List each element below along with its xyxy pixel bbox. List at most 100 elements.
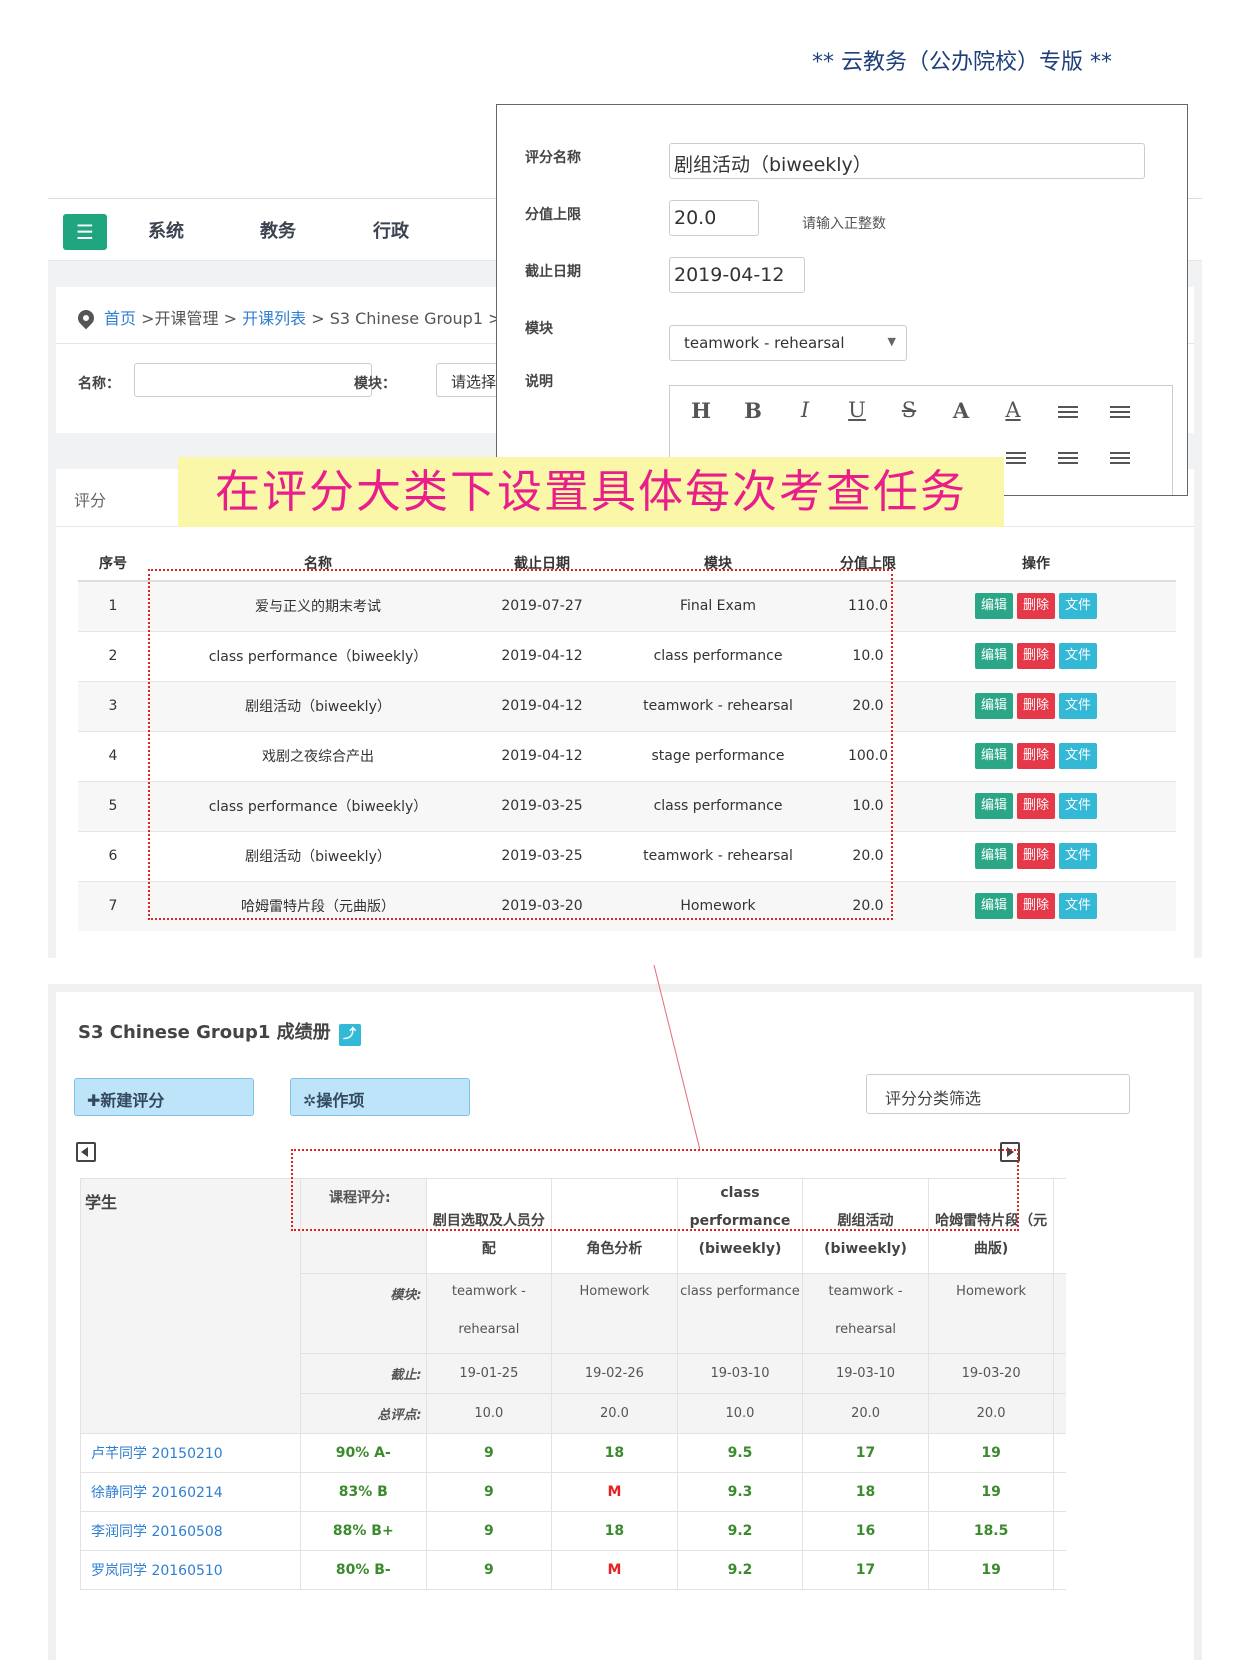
student-score-cell[interactable]: 9	[425, 1511, 553, 1551]
edit-button[interactable]: 编辑	[974, 643, 1013, 669]
student-overall-grade: 90% A-	[300, 1433, 427, 1473]
student-score-cell[interactable]: 9.2	[676, 1511, 804, 1551]
row-index: 5	[78, 780, 148, 831]
due-row-label: 截止:	[300, 1353, 427, 1394]
strikethrough-tool-icon[interactable]: S	[894, 398, 924, 422]
student-overall-grade: 88% B+	[300, 1511, 427, 1551]
edit-button[interactable]: 编辑	[974, 793, 1013, 819]
student-score-cell[interactable]: 18	[551, 1433, 678, 1473]
row-actions: 编辑 删除 文件	[896, 680, 1176, 731]
breadcrumb-current: > S3 Chinese Group1 > As	[306, 309, 526, 328]
edit-button[interactable]: 编辑	[974, 893, 1013, 920]
student-score-cell[interactable]: 9.2	[676, 1550, 804, 1590]
file-button[interactable]: 文件	[1059, 843, 1098, 869]
assignment-title-line: class	[1054, 1179, 1066, 1207]
student-score-cell[interactable]: 19	[927, 1472, 1055, 1512]
file-button[interactable]: 文件	[1059, 693, 1098, 719]
student-score-cell[interactable]: 19	[927, 1433, 1055, 1473]
assignment-module: class perf	[1053, 1273, 1066, 1354]
indent-icon[interactable]	[1006, 452, 1026, 467]
student-score-cell[interactable]: 9	[425, 1550, 553, 1590]
background-color-tool-icon[interactable]: A	[998, 398, 1028, 422]
assignment-title-line: 配	[481, 1241, 496, 1257]
student-name-link[interactable]: 罗岚同学 20160510	[80, 1550, 302, 1590]
delete-button[interactable]: 删除	[1016, 893, 1055, 920]
delete-button[interactable]: 删除	[1016, 693, 1055, 719]
export-icon[interactable]: ⤴	[338, 1024, 361, 1046]
student-name-link[interactable]: 卢芊同学 20150210	[80, 1433, 302, 1473]
file-button[interactable]: 文件	[1059, 893, 1098, 920]
file-button[interactable]: 文件	[1059, 743, 1098, 769]
delete-button[interactable]: 删除	[1016, 843, 1055, 869]
assignment-total: 20.0	[802, 1393, 929, 1434]
student-score-cell[interactable]: M	[551, 1550, 678, 1590]
gradebook-grid: 学生 课程评分: 剧目选取及人员分配角色分析 class performance (biw…	[80, 1178, 1066, 1660]
due-date-input[interactable]: 2019-04-12	[669, 257, 805, 293]
delete-button[interactable]: 删除	[1016, 593, 1055, 620]
heading-tool-icon[interactable]: H	[686, 398, 716, 423]
edit-button[interactable]: 编辑	[974, 693, 1013, 719]
outdent-icon[interactable]	[1058, 452, 1078, 467]
edit-button[interactable]: 编辑	[974, 843, 1013, 869]
delete-button[interactable]: 删除	[1016, 743, 1055, 769]
row-actions: 编辑 删除 文件	[896, 580, 1176, 631]
assignment-module-line: rehearsal	[835, 1322, 897, 1337]
assignment-title-line: (biweekly)	[824, 1241, 907, 1257]
font-color-tool-icon[interactable]: A	[946, 398, 976, 423]
assignment-title[interactable]: classperform(biwe	[1053, 1178, 1066, 1274]
assignment-total: 10	[1053, 1393, 1066, 1434]
student-score-cell[interactable]: M	[551, 1472, 678, 1512]
module-select[interactable]: teamwork - rehearsal ▼	[669, 325, 907, 361]
delete-button[interactable]: 删除	[1016, 643, 1055, 669]
student-score-cell[interactable]: 9.	[1053, 1472, 1066, 1512]
file-button[interactable]: 文件	[1059, 643, 1098, 669]
file-button[interactable]: 文件	[1059, 593, 1098, 620]
breadcrumb-home-link[interactable]: 首页	[104, 309, 136, 328]
student-score-cell[interactable]: 19	[927, 1550, 1055, 1590]
student-row: 罗岚同学 2016051080% B-9M9.217199.	[80, 1550, 1066, 1590]
underline-tool-icon[interactable]: U	[842, 398, 872, 422]
delete-button[interactable]: 删除	[1016, 793, 1055, 819]
score-category-filter[interactable]: 评分分类筛选	[866, 1074, 1130, 1114]
student-score-cell[interactable]: 9	[1053, 1511, 1066, 1551]
student-score-cell[interactable]: 9	[425, 1433, 553, 1473]
student-score-cell[interactable]: 16	[802, 1511, 929, 1551]
student-score-cell[interactable]: 17	[802, 1433, 929, 1473]
italic-tool-icon[interactable]: I	[790, 398, 820, 422]
unordered-list-icon[interactable]	[1110, 406, 1130, 421]
student-row: 卢芊同学 2015021090% A-9189.517199.	[80, 1433, 1066, 1473]
student-name-link[interactable]: 李润同学 20160508	[80, 1511, 302, 1551]
edit-button[interactable]: 编辑	[974, 593, 1013, 620]
module-row-label: 模块:	[300, 1273, 427, 1354]
breadcrumb-course-list-link[interactable]: 开课列表	[242, 309, 306, 328]
assignment-module-line: Homework	[579, 1284, 650, 1299]
student-score-cell[interactable]: 18.5	[927, 1511, 1055, 1551]
student-score-cell[interactable]: 9.3	[676, 1472, 804, 1512]
operations-button[interactable]: ✲操作项	[290, 1078, 470, 1116]
bold-tool-icon[interactable]: B	[738, 398, 768, 423]
student-score-cell[interactable]: 17	[802, 1550, 929, 1590]
edit-button[interactable]: 编辑	[974, 743, 1013, 769]
score-name-input[interactable]: 剧组活动（biweekly）	[669, 143, 1145, 179]
file-button[interactable]: 文件	[1059, 793, 1098, 819]
scroll-left-icon[interactable]	[76, 1142, 96, 1162]
student-score-cell[interactable]: 9.	[1053, 1550, 1066, 1590]
nav-item-system[interactable]: 系统	[148, 217, 184, 243]
ordered-list-icon[interactable]	[1058, 406, 1078, 421]
name-filter-input[interactable]	[134, 363, 372, 397]
student-score-cell[interactable]: 18	[551, 1511, 678, 1551]
nav-item-admin[interactable]: 行政	[373, 217, 409, 243]
student-score-cell[interactable]: 18	[802, 1472, 929, 1512]
student-score-cell[interactable]: 9.	[1053, 1433, 1066, 1473]
row-index: 3	[78, 680, 148, 731]
nav-item-academic[interactable]: 教务	[260, 217, 296, 243]
align-justify-icon[interactable]	[1110, 452, 1130, 467]
new-score-button[interactable]: ✚新建评分	[74, 1078, 254, 1116]
student-name-link[interactable]: 徐静同学 20160214	[80, 1472, 302, 1512]
max-score-input[interactable]: 20.0	[669, 200, 759, 236]
assignment-module-line: teamwork -	[451, 1284, 526, 1299]
student-score-cell[interactable]: 9	[425, 1472, 553, 1512]
assignment-title-line: (biweekly)	[698, 1241, 782, 1257]
student-score-cell[interactable]: 9.5	[676, 1433, 804, 1473]
menu-toggle-button[interactable]: ☰	[63, 214, 107, 250]
